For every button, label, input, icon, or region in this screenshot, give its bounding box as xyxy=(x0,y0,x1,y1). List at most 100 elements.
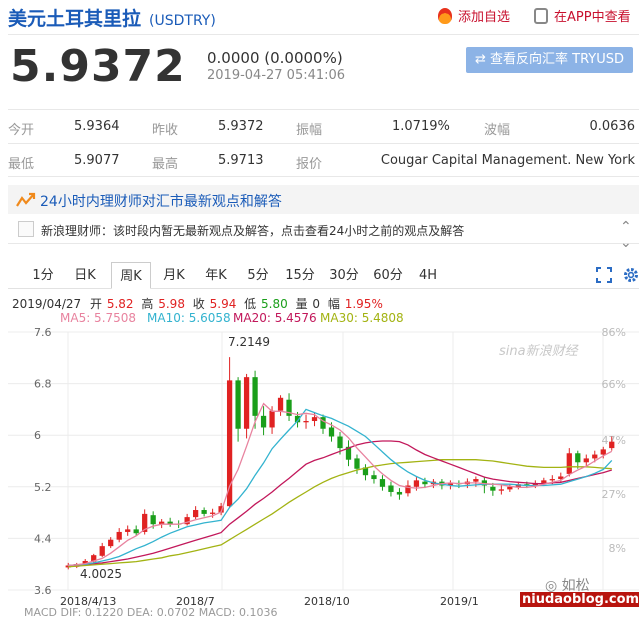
candle-body xyxy=(609,441,615,449)
candle-body xyxy=(388,485,394,492)
candle-body xyxy=(498,489,504,491)
candle-body xyxy=(549,479,555,481)
candle-body xyxy=(473,479,479,482)
y-tick-label: 6.8 xyxy=(34,378,52,391)
candle-body xyxy=(583,458,589,463)
stats-table: 今开 5.9364 昨收 5.9372 振幅 1.0719% 波幅 0.0636… xyxy=(8,109,639,177)
candle-body xyxy=(575,453,581,463)
ohlc-open-label: 开 xyxy=(90,297,103,311)
price-change: 0.0000 (0.0000%) xyxy=(207,49,343,67)
stat-label: 今开 xyxy=(8,123,35,138)
y-tick-label: 3.6 xyxy=(34,584,52,597)
fire-icon xyxy=(438,8,452,24)
candle-body xyxy=(252,377,258,416)
ohlc-close-label: 收 xyxy=(192,297,205,311)
add-watchlist-button[interactable]: 添加自选 xyxy=(438,6,510,25)
x-tick-label: 2018/7 xyxy=(176,595,215,606)
candle-body xyxy=(328,427,335,437)
candle-body xyxy=(354,458,360,469)
reverse-rate-button[interactable]: ⇄ 查看反向汇率 TRYUSD xyxy=(466,47,633,73)
ohlc-readout: 2019/04/27 开 5.82 高 5.98 收 5.94 低 5.80 量… xyxy=(12,295,384,312)
tab-30min[interactable]: 30分 xyxy=(324,262,364,289)
ohlc-amp: 1.95% xyxy=(344,297,383,311)
expert-note-row[interactable]: 新浪理财师：该时段内暂无最新观点及解答，点击查看24小时之前的观点及解答 ⌃ ⌄ xyxy=(8,215,639,251)
view-in-app-button[interactable]: 在APP中查看 xyxy=(534,6,631,25)
candle-body xyxy=(192,510,199,518)
pair-name: 美元土耳其里拉 xyxy=(8,8,142,30)
gear-icon[interactable] xyxy=(622,266,639,284)
ma-lines xyxy=(68,402,613,568)
stat-value: Cougar Capital Management. New York xyxy=(380,153,635,168)
expert-opinion-bar[interactable]: 24小时内理财师对汇市最新观点和解答 xyxy=(8,185,639,214)
ohlc-open: 5.82 xyxy=(106,297,134,311)
stat-value: 5.9372 xyxy=(218,119,264,134)
fullscreen-icon[interactable] xyxy=(596,267,612,283)
candle-body xyxy=(243,377,250,429)
stat-value: 5.9713 xyxy=(218,153,264,168)
candle-body xyxy=(541,480,547,483)
candle-body xyxy=(507,486,513,490)
header-divider xyxy=(8,34,639,35)
stat-value: 1.0719% xyxy=(392,119,450,134)
header: 美元土耳其里拉 (USDTRY) 添加自选 在APP中查看 xyxy=(0,0,639,34)
candle-body xyxy=(566,453,572,474)
candle-body xyxy=(337,436,343,449)
tab-yearly[interactable]: 年K xyxy=(197,262,235,289)
tab-4h[interactable]: 4H xyxy=(412,262,444,289)
candle-body xyxy=(99,546,105,556)
stat-label: 波幅 xyxy=(484,123,511,138)
candlestick-chart[interactable]: 7.66.865.24.43.6 86%66%47%27%8% 2018/4/1… xyxy=(8,322,639,606)
x-tick-label: 2019/1 xyxy=(440,595,479,606)
trend-icon xyxy=(16,192,36,207)
y-tick-label: 7.6 xyxy=(34,326,52,339)
avatar xyxy=(18,221,34,237)
tab-1min[interactable]: 1分 xyxy=(24,262,62,289)
candle-body xyxy=(235,380,241,429)
tab-daily[interactable]: 日K xyxy=(66,262,104,289)
stats-row: 今开 5.9364 昨收 5.9372 振幅 1.0719% 波幅 0.0636 xyxy=(8,109,639,143)
tab-60min[interactable]: 60分 xyxy=(368,262,408,289)
ohlc-high-label: 高 xyxy=(141,297,154,311)
pct-tick-label: 8% xyxy=(609,542,626,555)
ohlc-amp-label: 幅 xyxy=(327,297,340,311)
stat-value: 5.9364 xyxy=(74,119,120,134)
tab-monthly[interactable]: 月K xyxy=(155,262,193,289)
candle-body xyxy=(490,486,496,491)
tab-5min[interactable]: 5分 xyxy=(240,262,276,289)
quote-time: 2019-04-27 05:41:06 xyxy=(207,68,346,83)
candle-body xyxy=(592,454,598,459)
y-axis-labels: 7.6 6.8 6 5.2 4.4 3.6 xyxy=(34,326,52,597)
candle-body xyxy=(201,510,207,514)
candles xyxy=(65,357,615,570)
ohlc-high: 5.98 xyxy=(158,297,185,311)
candle-body xyxy=(108,539,114,547)
stat-value: 5.9077 xyxy=(74,153,120,168)
period-tabs: 1分 日K 周K 月K 年K 5分 15分 30分 60分 4H xyxy=(8,262,639,289)
expert-note-text: 新浪理财师：该时段内暂无最新观点及解答，点击查看24小时之前的观点及解答 xyxy=(41,224,465,238)
site-watermark: niudaoblog.com xyxy=(520,592,639,607)
candle-body xyxy=(396,491,403,495)
stats-row: 最低 5.9077 最高 5.9713 报价 Cougar Capital Ma… xyxy=(8,143,639,177)
macd-readout: MACD DIF: 0.1220 DEA: 0.0702 MACD: 0.103… xyxy=(24,606,278,617)
tab-15min[interactable]: 15分 xyxy=(280,262,320,289)
y-tick-label: 5.2 xyxy=(34,481,52,494)
candle-body xyxy=(371,475,377,480)
stat-label: 最低 xyxy=(8,157,35,172)
y-tick-label: 6 xyxy=(34,429,41,442)
candle-body xyxy=(269,410,275,428)
candle-body xyxy=(600,449,606,455)
stat-value: 0.0636 xyxy=(589,119,636,134)
pair-code: (USDTRY) xyxy=(149,13,216,29)
phone-icon xyxy=(534,8,548,24)
ohlc-date: 2019/04/27 xyxy=(12,297,82,311)
min-price-label: 4.0025 xyxy=(80,567,122,581)
ohlc-low: 5.80 xyxy=(261,297,288,311)
stat-label: 昨收 xyxy=(152,123,179,138)
expert-opinion-title: 24小时内理财师对汇市最新观点和解答 xyxy=(40,194,282,210)
ohlc-close: 5.94 xyxy=(209,297,237,311)
ma30-line xyxy=(68,459,612,568)
pct-tick-label: 27% xyxy=(602,488,626,501)
tab-weekly[interactable]: 周K xyxy=(111,262,151,289)
candle-body xyxy=(125,529,131,532)
expand-chevron-icon[interactable]: ⌃ ⌄ xyxy=(620,219,632,251)
